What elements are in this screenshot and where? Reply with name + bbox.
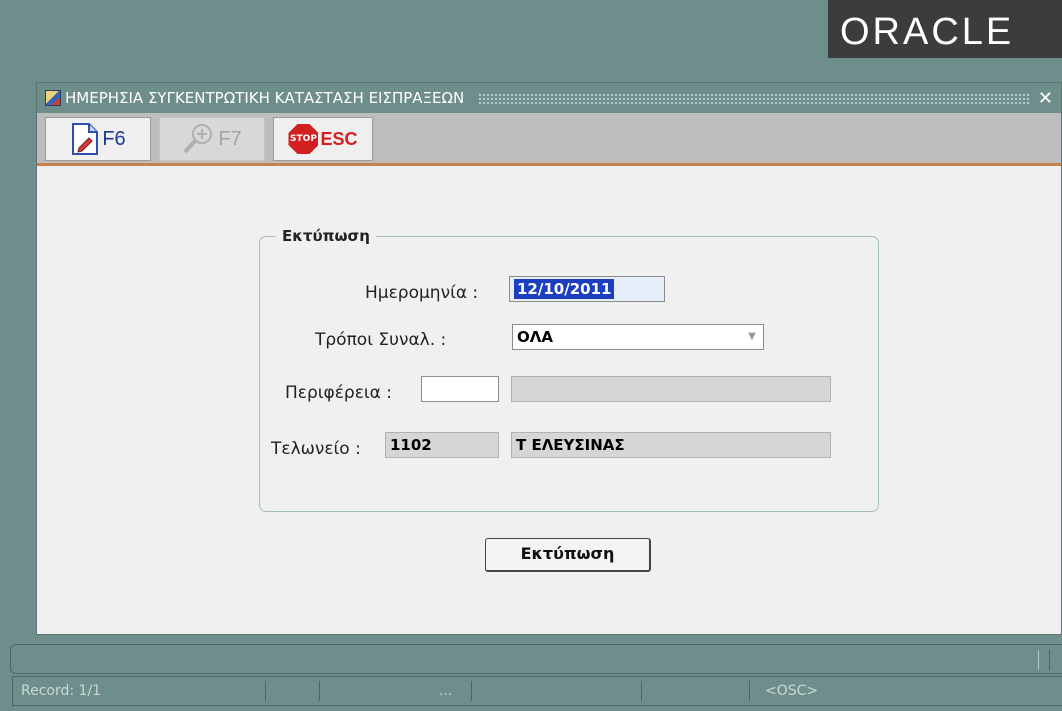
- date-field[interactable]: 12/10/2011: [509, 276, 665, 302]
- customs-name-value: Τ ΕΛΕΥΣΙΝΑΣ: [516, 436, 625, 454]
- magnifier-plus-icon: [183, 124, 213, 154]
- customs-code-value: 1102: [390, 436, 432, 454]
- chevron-down-icon[interactable]: ▼: [744, 328, 760, 346]
- payment-methods-label: Τρόποι Συναλ. :: [315, 330, 447, 350]
- new-record-shortcut: F6: [102, 127, 126, 150]
- region-name-field: [511, 376, 831, 402]
- status-bar: Record: 1/1 ... <OSC>: [12, 676, 1062, 706]
- window-title: ΗΜΕΡΗΣΙΑ ΣΥΓΚΕΝΤΡΩΤΙΚΗ ΚΑΤΑΣΤΑΣΗ ΕΙΣΠΡΑΞ…: [65, 89, 465, 107]
- date-value: 12/10/2011: [514, 279, 615, 299]
- mode-indicator: <OSC>: [765, 683, 819, 699]
- status-divider: [319, 681, 320, 701]
- status-divider: [749, 681, 750, 701]
- customs-name-field: Τ ΕΛΕΥΣΙΝΑΣ: [511, 432, 831, 458]
- status-divider: [641, 681, 642, 701]
- query-shortcut: F7: [218, 127, 242, 150]
- titlebar-dotted-fill: [478, 92, 1030, 104]
- region-code-field[interactable]: [421, 376, 499, 402]
- window-titlebar[interactable]: ΗΜΕΡΗΣΙΑ ΣΥΓΚΕΝΤΡΩΤΙΚΗ ΚΑΤΑΣΤΑΣΗ ΕΙΣΠΡΑΞ…: [37, 83, 1061, 113]
- new-record-button[interactable]: F6: [45, 117, 151, 161]
- status-ellipsis: ...: [439, 683, 453, 699]
- payment-methods-select[interactable]: ΟΛΑ ▼: [512, 324, 764, 350]
- stop-sign-icon: STOP: [288, 124, 319, 154]
- status-divider: [265, 681, 266, 701]
- customs-office-label: Τελωνείο :: [271, 439, 361, 459]
- print-button[interactable]: Εκτύπωση: [485, 538, 651, 572]
- exit-button[interactable]: STOP ESC: [273, 117, 373, 161]
- query-button[interactable]: F7: [159, 117, 265, 161]
- payment-methods-value: ΟΛΑ: [517, 328, 553, 346]
- close-window-button[interactable]: ✕: [1038, 88, 1053, 109]
- status-divider: [471, 681, 472, 701]
- oracle-logo: ORACLE: [828, 0, 1062, 58]
- exit-shortcut: ESC: [320, 128, 358, 149]
- scrollbar-handle[interactable]: [1038, 650, 1050, 670]
- groupbox-title: Εκτύπωση: [276, 227, 376, 245]
- form-canvas: Εκτύπωση Ημερομηνία : 12/10/2011 Τρόποι …: [37, 166, 1061, 634]
- customs-code-field: 1102: [385, 432, 499, 458]
- record-counter: Record: 1/1: [21, 683, 102, 699]
- form-app-icon: [45, 90, 61, 106]
- horizontal-scrollbar[interactable]: [10, 644, 1062, 674]
- new-document-icon: [72, 123, 99, 155]
- date-label: Ημερομηνία :: [365, 283, 479, 303]
- form-window: ΗΜΕΡΗΣΙΑ ΣΥΓΚΕΝΤΡΩΤΙΚΗ ΚΑΤΑΣΤΑΣΗ ΕΙΣΠΡΑΞ…: [36, 82, 1062, 635]
- region-label: Περιφέρεια :: [285, 383, 392, 403]
- toolbar: F6 F7 STOP ESC: [37, 113, 1061, 166]
